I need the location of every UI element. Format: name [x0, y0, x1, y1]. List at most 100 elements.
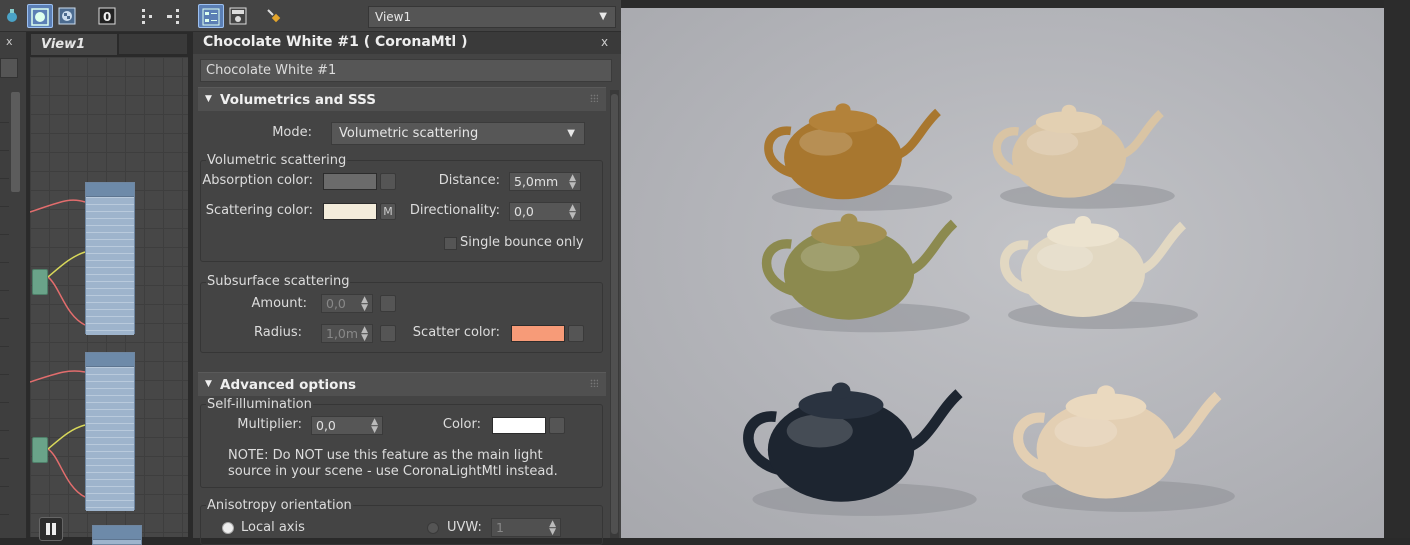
- magic-wand-icon[interactable]: [262, 4, 288, 28]
- left-scrollbar[interactable]: [11, 92, 20, 192]
- uvw-spinner[interactable]: 1 ▲ ▼: [491, 518, 561, 537]
- zero-slot-icon[interactable]: 0: [95, 4, 121, 28]
- chevron-down-icon: ▼: [567, 128, 575, 139]
- map-node[interactable]: [32, 269, 48, 295]
- teapot: [743, 382, 977, 516]
- material-node[interactable]: [92, 525, 142, 545]
- uvw-value: 1: [496, 520, 504, 535]
- left-panel-lines: [0, 122, 9, 528]
- rollout-volumetrics[interactable]: ▼ Volumetrics and SSS: [198, 87, 606, 111]
- spinner-arrows-icon: ▲ ▼: [569, 203, 576, 221]
- distance-label: Distance:: [438, 173, 500, 188]
- material-node-header: [86, 183, 134, 197]
- radius-label: Radius:: [254, 325, 302, 340]
- map-node[interactable]: [32, 437, 48, 463]
- material-map-navigator-icon[interactable]: [226, 4, 252, 28]
- absorption-map-button[interactable]: [380, 173, 396, 190]
- node-view[interactable]: [29, 56, 189, 545]
- directionality-label: Directionality:: [409, 203, 500, 218]
- spinner-arrows-icon: ▲ ▼: [361, 295, 368, 313]
- panel-scrollbar[interactable]: [610, 90, 619, 538]
- amount-label: Amount:: [251, 296, 307, 311]
- material-node-slots: [86, 197, 134, 335]
- group-title: Volumetric scattering: [206, 153, 348, 168]
- right-bar: [1384, 0, 1410, 538]
- layout-children-icon[interactable]: [162, 4, 188, 28]
- collapse-triangle-icon: ▼: [205, 379, 212, 389]
- group-title: Subsurface scattering: [206, 274, 351, 289]
- checker-background-icon[interactable]: [55, 4, 81, 28]
- rollout-advanced[interactable]: ▼ Advanced options: [198, 372, 606, 396]
- sphere-view-icon[interactable]: [27, 4, 53, 28]
- scrollbar-thumb[interactable]: [611, 94, 618, 534]
- amount-value: 0,0: [326, 296, 346, 311]
- mode-dropdown[interactable]: Volumetric scattering ▼: [331, 122, 585, 145]
- teapot: [764, 103, 953, 211]
- distance-spinner[interactable]: 5,0mm ▲ ▼: [509, 172, 581, 191]
- spinner-arrows-icon: ▲ ▼: [361, 325, 368, 343]
- spinner-arrows-icon: ▲ ▼: [569, 173, 576, 191]
- mode-label: Mode:: [272, 125, 312, 140]
- self-illumination-note: NOTE: Do NOT use this feature as the mai…: [228, 448, 558, 479]
- svg-text:0: 0: [103, 10, 111, 24]
- teapot-render: [743, 103, 1235, 516]
- uvw-radio[interactable]: [427, 522, 439, 534]
- render-image: [621, 8, 1384, 538]
- teapot: [1000, 216, 1198, 329]
- material-name-field[interactable]: Chocolate White #1: [200, 59, 612, 82]
- distance-value: 5,0mm: [514, 174, 559, 189]
- multiplier-value: 0,0: [316, 418, 336, 433]
- view-dropdown[interactable]: View1 ▼: [368, 6, 616, 28]
- scattering-map-button[interactable]: M: [380, 203, 396, 220]
- uvw-label: UVW:: [447, 520, 482, 535]
- group-title: Anisotropy orientation: [206, 498, 353, 513]
- parameter-editor-icon[interactable]: [198, 4, 224, 28]
- directionality-value: 0,0: [514, 204, 534, 219]
- left-close-icon[interactable]: x: [6, 35, 13, 48]
- radius-map-button[interactable]: [380, 325, 396, 342]
- teapot: [992, 104, 1175, 209]
- grip-icon: [590, 379, 598, 387]
- chevron-down-icon: ▼: [599, 11, 607, 22]
- scattering-color-swatch[interactable]: [323, 203, 377, 220]
- close-icon[interactable]: x: [601, 35, 608, 49]
- self-illumination-color-swatch[interactable]: [492, 417, 546, 434]
- radius-spinner[interactable]: 1,0m ▲ ▼: [321, 324, 373, 343]
- scatter-color-label: Scatter color:: [412, 325, 500, 340]
- amount-spinner[interactable]: 0,0 ▲ ▼: [321, 294, 373, 313]
- local-axis-radio[interactable]: [222, 522, 234, 534]
- left-panel-field[interactable]: [0, 58, 18, 78]
- scatter-color-map-button[interactable]: [568, 325, 584, 342]
- material-node-slots: [86, 367, 134, 511]
- scattering-color-label: Scattering color:: [205, 203, 313, 218]
- self-illumination-map-button[interactable]: [549, 417, 565, 434]
- material-node[interactable]: [85, 352, 135, 511]
- multiplier-spinner[interactable]: 0,0 ▲ ▼: [311, 416, 383, 435]
- absorption-color-swatch[interactable]: [323, 173, 377, 190]
- radius-value: 1,0m: [326, 326, 359, 341]
- spinner-arrows-icon: ▲ ▼: [371, 417, 378, 435]
- color-label: Color:: [442, 417, 481, 432]
- local-axis-label: Local axis: [241, 520, 305, 535]
- spinner-arrows-icon: ▲ ▼: [549, 519, 556, 537]
- group-title: Self-illumination: [206, 397, 313, 412]
- absorption-color-label: Absorption color:: [202, 173, 313, 188]
- rollout-title: Advanced options: [220, 377, 357, 393]
- scatter-color-swatch[interactable]: [511, 325, 565, 342]
- navigation-icon[interactable]: [39, 517, 63, 541]
- layout-vertical-icon[interactable]: [135, 4, 161, 28]
- multiplier-label: Multiplier:: [237, 417, 302, 432]
- teapot: [1013, 385, 1235, 512]
- amount-map-button[interactable]: [380, 295, 396, 312]
- tab-view1[interactable]: View1: [30, 33, 118, 55]
- pick-material-icon[interactable]: [2, 4, 18, 28]
- left-panel: [0, 32, 27, 538]
- single-bounce-checkbox[interactable]: [444, 237, 457, 250]
- directionality-spinner[interactable]: 0,0 ▲ ▼: [509, 202, 581, 221]
- material-node-header: [86, 353, 134, 367]
- mode-value: Volumetric scattering: [339, 126, 479, 141]
- rollout-title: Volumetrics and SSS: [220, 92, 376, 108]
- single-bounce-label: Single bounce only: [460, 235, 584, 250]
- tab-bar: [118, 33, 188, 55]
- material-node[interactable]: [85, 182, 135, 335]
